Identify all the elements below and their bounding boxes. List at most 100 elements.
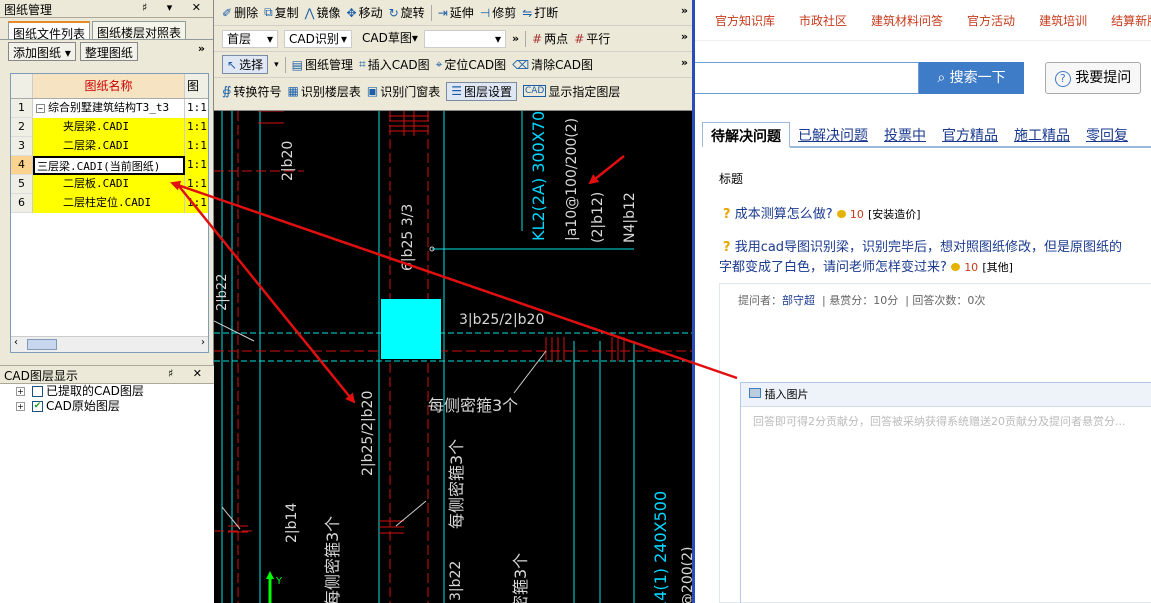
- layer-settings-button[interactable]: ☰ 图层设置: [446, 81, 517, 101]
- floor-select[interactable]: 首层 ▾: [222, 29, 278, 48]
- panel-controls[interactable]: ♯ ▾ ✕: [142, 1, 209, 14]
- rotate-button[interactable]: ↻ 旋转: [389, 4, 425, 21]
- two-point-button[interactable]: # 两点: [532, 30, 568, 47]
- search-input[interactable]: [695, 62, 919, 94]
- layer-original[interactable]: + ✔ CAD原始图层: [0, 399, 214, 414]
- cad-label-b25-h: 3|b25/2|b20: [459, 312, 544, 328]
- tab-sheet-file-list[interactable]: 图纸文件列表: [8, 21, 91, 41]
- cad-canvas[interactable]: Y 2|b20 6|b25 3/3 2|b22 3|b25/2|b20 每侧密箍…: [214, 111, 692, 603]
- question-link-2[interactable]: 我用cad导图识别梁，识别完毕后，想对照图纸修改，但是原图纸的: [735, 240, 1122, 255]
- tab-sheet-floor-map[interactable]: 图纸楼层对照表: [92, 21, 187, 40]
- question-link-1[interactable]: 成本测算怎么做?: [735, 207, 833, 222]
- organize-sheet-button[interactable]: 整理图纸: [79, 42, 138, 61]
- checkbox-extracted[interactable]: [32, 386, 43, 397]
- copy-icon: ⧉: [264, 5, 273, 19]
- layer-panel-title: CAD图层显示: [4, 369, 78, 383]
- dropdown-arrow-icon[interactable]: ▾: [65, 46, 71, 60]
- tab-official-best[interactable]: 官方精品: [934, 122, 1006, 146]
- edit-toolbar: ✐ 删除 ⧉ 复制 ⋀ 镜像 ✥ 移动 ↻ 旋转 ⇥ 延伸 ⊣ 修剪 ⇋ 打断 »: [214, 0, 692, 26]
- insert-picture-button[interactable]: 插入图片: [765, 388, 809, 401]
- question-meta: 提问者：部守超 | 悬赏分：10分 | 回答次数：0次: [738, 294, 986, 307]
- search-button[interactable]: ⌕ 搜索一下: [919, 62, 1024, 94]
- identify-door-window-button[interactable]: ▣ 识别门窗表: [367, 83, 440, 100]
- cad-label-b20-top: 2|b20: [280, 141, 296, 181]
- ask-question-button[interactable]: ? 我要提问: [1045, 62, 1141, 94]
- list-header-title: 标题: [719, 172, 744, 186]
- collapse-icon[interactable]: −: [36, 104, 45, 113]
- cad-layer-panel: CAD图层显示 ♯ ✕ + 已提取的CAD图层 + ✔ CAD原始图层: [0, 365, 214, 603]
- extend-button[interactable]: ⇥ 延伸: [438, 4, 474, 21]
- checkbox-original[interactable]: ✔: [32, 401, 43, 412]
- table-row[interactable]: 2 夹层梁.CADI 1:1: [11, 118, 208, 137]
- clear-cad-button[interactable]: ⌫ 清除CAD图: [512, 56, 593, 73]
- dropdown-arrow-icon: ▾: [494, 31, 501, 46]
- locate-cad-button[interactable]: ⌖ 定位CAD图: [436, 56, 507, 73]
- dropdown-arrow-icon[interactable]: ▾: [274, 60, 279, 70]
- rotate-icon: ↻: [388, 5, 399, 20]
- nav-settlement[interactable]: 结算新版: [1111, 12, 1151, 29]
- tab-zero-reply[interactable]: 零回复: [1078, 122, 1136, 146]
- more-icon[interactable]: »: [681, 4, 688, 17]
- trim-button[interactable]: ⊣ 修剪: [480, 4, 516, 21]
- insert-cad-button[interactable]: ⌗ 插入CAD图: [359, 56, 430, 73]
- tab-construction-best[interactable]: 施工精品: [1006, 122, 1078, 146]
- table-icon: ▦: [287, 84, 299, 98]
- cad-label-b25-33: 6|b25 3/3: [400, 204, 416, 271]
- answer-textarea[interactable]: 回答即可得2分贡献分，回答被采纳获得系统赠送20贡献分及提问者悬赏分...: [741, 407, 1151, 435]
- table-row[interactable]: 3 二层梁.CADI 1:1: [11, 137, 208, 156]
- blank-select[interactable]: ▾: [424, 29, 506, 48]
- clear-icon: ⌫: [512, 57, 530, 72]
- more-icon[interactable]: »: [681, 30, 688, 43]
- question-link-2-cont[interactable]: 字都变成了白色，请问老师怎样变过来?: [719, 260, 947, 275]
- break-button[interactable]: ⇋ 打断: [522, 4, 558, 21]
- move-button[interactable]: ✥ 移动: [347, 4, 383, 21]
- table-row[interactable]: 6 二层柱定位.CADI 1:1: [11, 194, 208, 213]
- col-sheet-scale[interactable]: 图纸: [185, 74, 208, 117]
- mirror-button[interactable]: ⋀ 镜像: [305, 4, 341, 21]
- add-sheet-button[interactable]: 添加图纸 ▾: [8, 42, 76, 61]
- cad-toolbar-row3: ↖ 选择 ▾ ▤ 图纸管理 ⌗ 插入CAD图 ⌖ 定位CAD图 ⌫ 清除CAD图 »: [214, 52, 692, 78]
- sheet-manage-button[interactable]: ▤ 图纸管理: [292, 56, 353, 73]
- asker-link[interactable]: 部守超: [782, 294, 815, 307]
- col-sheet-name[interactable]: 图纸名称: [33, 74, 185, 98]
- more-icon[interactable]: »: [512, 32, 519, 45]
- panel-controls[interactable]: ♯ ✕: [168, 367, 210, 380]
- nav-official-events[interactable]: 官方活动: [967, 12, 1015, 29]
- more-icon[interactable]: »: [681, 56, 688, 69]
- scroll-left-icon[interactable]: ‹: [14, 337, 18, 348]
- scrollbar-thumb[interactable]: [27, 339, 57, 350]
- dropdown-arrow-icon: ▾: [411, 30, 418, 45]
- extend-icon: ⇥: [437, 5, 448, 20]
- nav-official-kb[interactable]: 官方知识库: [715, 12, 775, 29]
- cad-icon: CAD: [522, 85, 547, 97]
- tab-solved[interactable]: 已解决问题: [790, 122, 876, 146]
- question-mark-icon: ?: [723, 207, 731, 222]
- cad-draft-select[interactable]: CAD草图 ▾: [358, 30, 418, 48]
- layer-extracted[interactable]: + 已提取的CAD图层: [0, 384, 214, 399]
- table-row[interactable]: 1 − 综合别墅建筑结构T3_t3 1:1: [11, 99, 208, 118]
- scroll-right-icon[interactable]: ›: [201, 337, 205, 348]
- parallel-button[interactable]: # 平行: [574, 30, 610, 47]
- image-icon[interactable]: [749, 388, 761, 398]
- nav-material-qa[interactable]: 建筑材料问答: [871, 12, 943, 29]
- coin-icon: [836, 210, 846, 218]
- horizontal-scrollbar[interactable]: ‹ ›: [11, 336, 208, 352]
- cad-label-stirrup-bot: 密箍3个: [511, 553, 530, 603]
- table-row-current[interactable]: 4 三层梁.CADI(当前图纸) 1:1: [11, 156, 208, 175]
- expand-icon[interactable]: +: [16, 402, 25, 411]
- expand-icon[interactable]: +: [16, 387, 25, 396]
- tab-voting[interactable]: 投票中: [876, 122, 934, 146]
- identify-floor-table-button[interactable]: ▦ 识别楼层表: [287, 83, 360, 100]
- table-row[interactable]: 5 二层板.CADI 1:1: [11, 175, 208, 194]
- delete-button[interactable]: ✐ 删除: [222, 4, 258, 21]
- copy-button[interactable]: ⧉ 复制: [264, 4, 299, 21]
- select-button[interactable]: ↖ 选择: [222, 55, 269, 74]
- more-icon[interactable]: »: [198, 42, 205, 62]
- nav-municipal-community[interactable]: 市政社区: [799, 12, 847, 29]
- tab-pending[interactable]: 待解决问题: [702, 122, 790, 148]
- cad-ident-select[interactable]: CAD识别 ▾: [284, 29, 352, 48]
- convert-symbol-button[interactable]: ∯ 转换符号: [222, 83, 281, 100]
- show-layer-button[interactable]: CAD 显示指定图层: [522, 83, 620, 100]
- cad-label-stirrup: 每侧密箍3个: [428, 396, 518, 415]
- nav-training[interactable]: 建筑培训: [1039, 12, 1087, 29]
